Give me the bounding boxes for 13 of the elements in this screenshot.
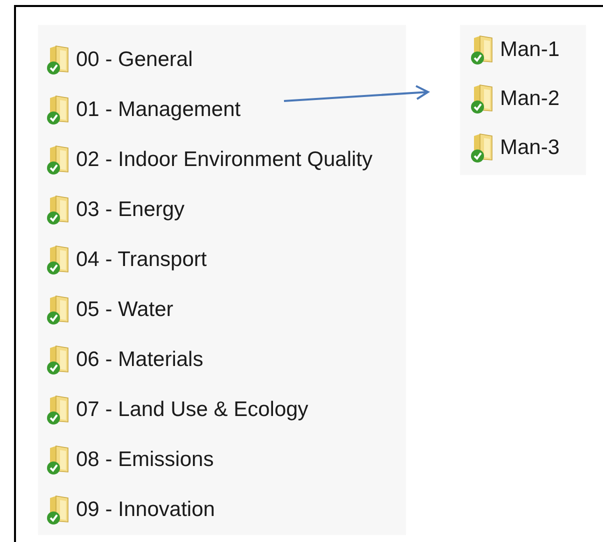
folder-name[interactable]: Man-3 <box>500 132 560 164</box>
folder-name[interactable]: Man-1 <box>500 34 560 66</box>
folder-name[interactable]: 07 - Land Use & Ecology <box>76 394 308 426</box>
folder-name[interactable]: 02 - Indoor Environment Quality <box>76 144 372 176</box>
folder-name[interactable]: 04 - Transport <box>76 244 207 276</box>
folder-name[interactable]: 08 - Emissions <box>76 444 214 476</box>
folder-name[interactable]: 06 - Materials <box>76 344 204 376</box>
folder-name[interactable]: 03 - Energy <box>76 194 185 226</box>
folder-name[interactable]: 09 - Innovation <box>76 494 215 526</box>
folder-name[interactable]: 01 - Management <box>76 94 241 126</box>
folder-name[interactable]: 05 - Water <box>76 294 174 326</box>
folder-name[interactable]: 00 - General <box>76 44 193 76</box>
folder-name[interactable]: Man-2 <box>500 82 560 114</box>
